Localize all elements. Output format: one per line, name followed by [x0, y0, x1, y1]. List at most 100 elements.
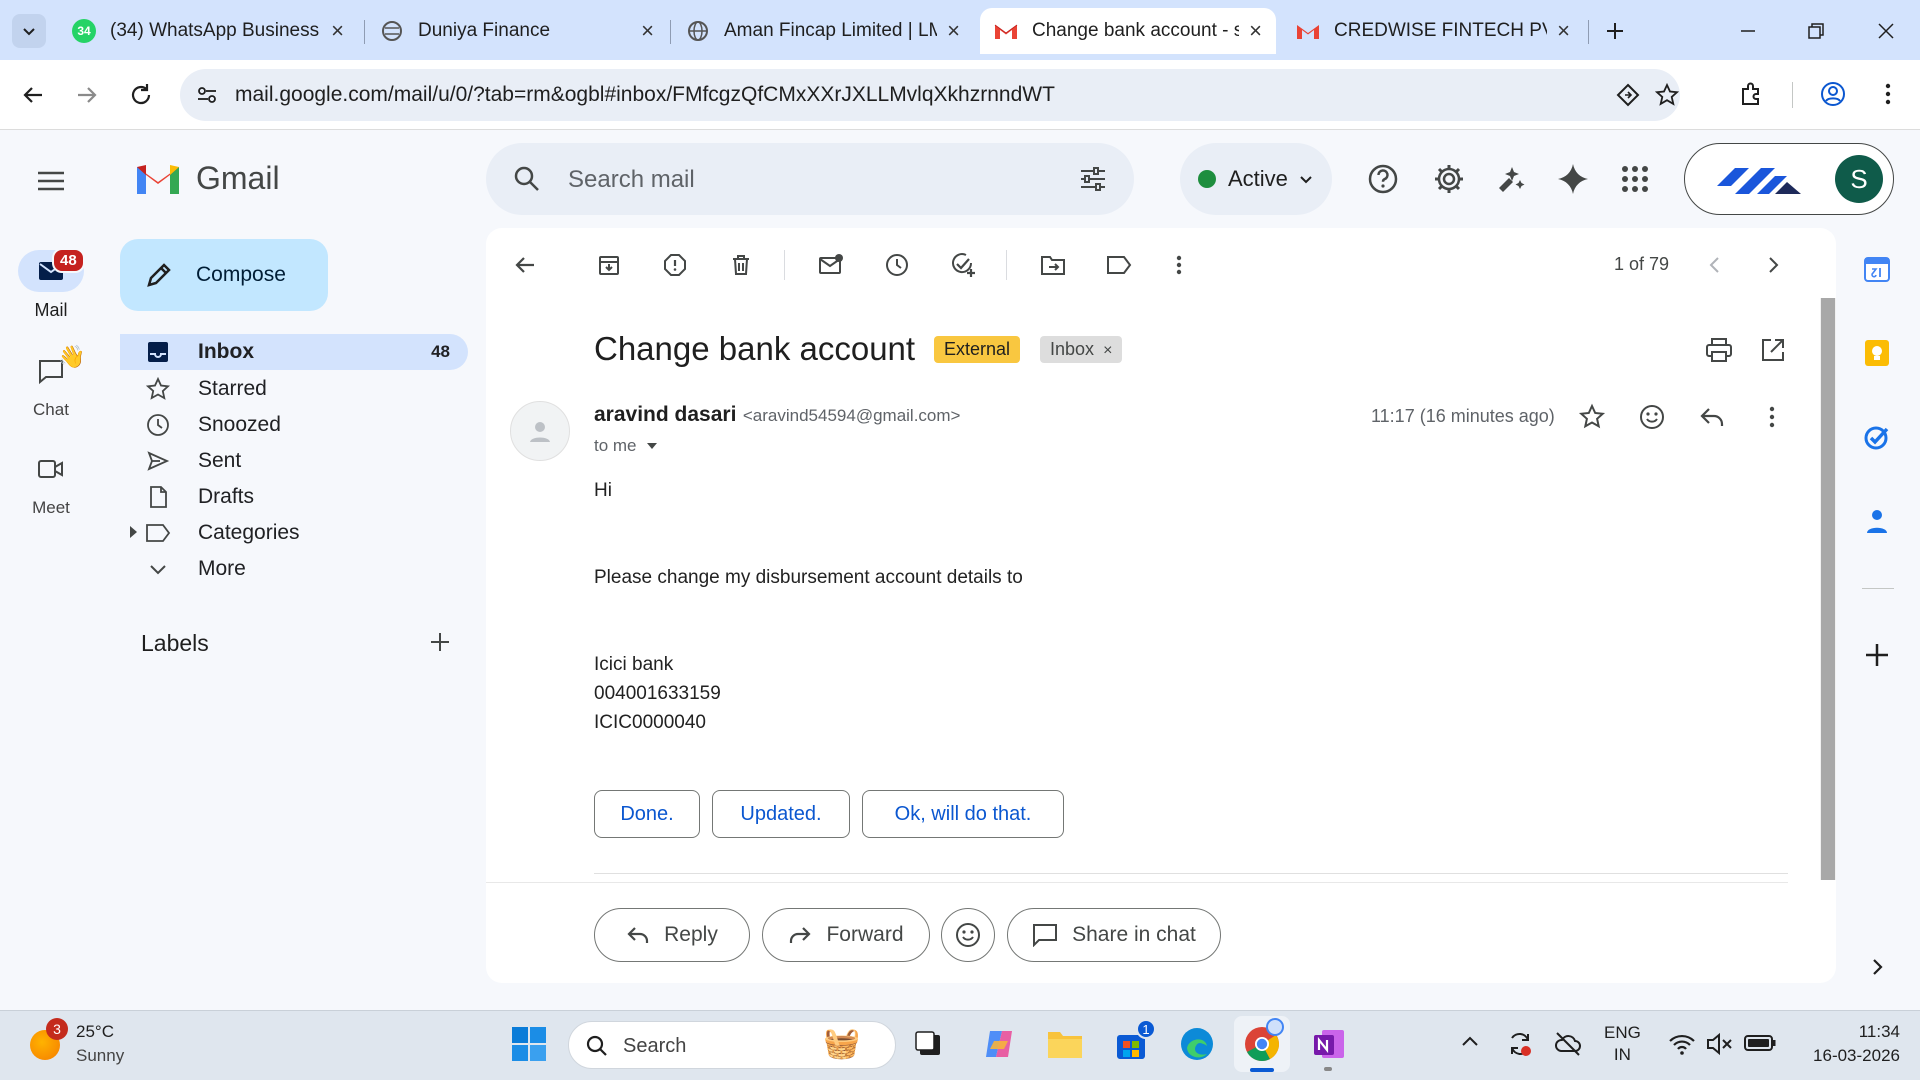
expand-arrow-icon[interactable] — [128, 525, 138, 539]
main-menu-button[interactable] — [34, 164, 68, 198]
reload-button[interactable] — [126, 80, 156, 110]
help-button[interactable] — [1366, 162, 1400, 196]
keep-app-button[interactable] — [1862, 338, 1892, 368]
newer-button[interactable] — [1700, 250, 1730, 280]
tab-aman-fincap[interactable]: Aman Fincap Limited | LM × — [672, 8, 974, 54]
mark-unread-button[interactable] — [816, 250, 846, 280]
settings-button[interactable] — [1432, 162, 1466, 196]
forward-button[interactable]: Forward — [762, 908, 930, 962]
move-to-button[interactable] — [1038, 250, 1068, 280]
account-switcher[interactable]: S — [1684, 143, 1894, 215]
sender-name[interactable]: aravind dasari — [594, 403, 736, 426]
google-apps-button[interactable] — [1618, 162, 1652, 196]
rail-chat[interactable]: 👋 Chat — [0, 344, 102, 420]
delete-button[interactable] — [726, 250, 756, 280]
tab-credwise[interactable]: CREDWISE FINTECH PVT. × — [1282, 8, 1584, 54]
translate-icon[interactable] — [1616, 83, 1640, 107]
tab-search-button[interactable] — [12, 14, 46, 48]
tab-whatsapp[interactable]: 34 (34) WhatsApp Business × — [58, 8, 358, 54]
scrollbar-thumb[interactable] — [1821, 298, 1835, 880]
react-emoji-button[interactable] — [1638, 403, 1666, 431]
contacts-app-button[interactable] — [1862, 506, 1892, 536]
restore-button[interactable] — [1794, 14, 1838, 48]
nav-snoozed[interactable]: Snoozed — [120, 407, 468, 443]
avatar[interactable]: S — [1835, 155, 1883, 203]
chrome-button[interactable] — [1234, 1016, 1290, 1072]
tab-duniya-finance[interactable]: Duniya Finance × — [366, 8, 668, 54]
nav-more[interactable]: More — [120, 551, 468, 587]
recipient-toggle[interactable]: to me — [594, 436, 659, 456]
smart-reply-ok[interactable]: Ok, will do that. — [862, 790, 1064, 838]
onenote-button[interactable] — [1308, 1023, 1350, 1071]
smart-reply-done[interactable]: Done. — [594, 790, 700, 838]
nav-drafts[interactable]: Drafts — [120, 479, 468, 515]
inbox-label-chip[interactable]: Inbox × — [1040, 336, 1123, 363]
open-new-window-button[interactable] — [1760, 337, 1786, 363]
ms-store-button[interactable]: 1 — [1110, 1019, 1156, 1065]
remove-label-icon[interactable]: × — [1103, 342, 1112, 359]
copilot-button[interactable] — [978, 1023, 1020, 1065]
site-info-icon[interactable] — [196, 84, 218, 106]
close-icon[interactable]: × — [1249, 18, 1262, 44]
close-icon[interactable]: × — [947, 18, 960, 44]
window-close-button[interactable] — [1864, 14, 1908, 48]
reply-button[interactable]: Reply — [594, 908, 750, 962]
minimize-button[interactable] — [1726, 14, 1770, 48]
volume-tray-icon[interactable] — [1706, 1032, 1734, 1056]
gemini-tools-button[interactable] — [1494, 162, 1528, 196]
gmail-logo[interactable]: Gmail — [134, 160, 280, 197]
print-all-button[interactable] — [1705, 337, 1733, 363]
smart-reply-updated[interactable]: Updated. — [712, 790, 850, 838]
close-icon[interactable]: × — [331, 18, 344, 44]
message-more-button[interactable] — [1758, 403, 1786, 431]
tasks-app-button[interactable] — [1862, 422, 1892, 452]
nav-sent[interactable]: Sent — [120, 443, 468, 479]
expand-side-panel-button[interactable] — [1862, 952, 1892, 982]
add-to-tasks-button[interactable] — [948, 250, 978, 280]
back-to-inbox-button[interactable] — [510, 250, 540, 280]
star-button[interactable] — [1578, 403, 1606, 431]
weather-widget[interactable]: 3 25°C Sunny — [24, 1018, 164, 1070]
battery-tray-icon[interactable] — [1744, 1034, 1776, 1052]
language-indicator[interactable]: ENG IN — [1604, 1022, 1641, 1066]
get-addons-button[interactable] — [1862, 640, 1892, 670]
bookmark-star-icon[interactable] — [1654, 82, 1680, 108]
calendar-app-button[interactable] — [1862, 254, 1892, 284]
search-input[interactable]: Search mail — [568, 166, 695, 194]
snooze-button[interactable] — [882, 250, 912, 280]
file-explorer-button[interactable] — [1044, 1023, 1086, 1065]
reply-icon-button[interactable] — [1698, 403, 1726, 431]
address-bar[interactable]: mail.google.com/mail/u/0/?tab=rm&ogbl#in… — [180, 69, 1680, 121]
browser-menu-button[interactable] — [1874, 80, 1902, 108]
search-options-icon[interactable] — [1078, 164, 1108, 194]
sync-tray-icon[interactable] — [1506, 1030, 1534, 1058]
search-icon[interactable] — [512, 164, 542, 194]
nav-categories[interactable]: Categories — [120, 515, 468, 551]
rail-meet[interactable]: Meet — [0, 448, 102, 518]
close-icon[interactable]: × — [1557, 18, 1570, 44]
forward-button[interactable] — [72, 80, 102, 110]
back-button[interactable] — [18, 80, 48, 110]
wifi-tray-icon[interactable] — [1668, 1032, 1696, 1056]
rail-mail[interactable]: 48 Mail — [0, 248, 102, 321]
show-hidden-icons-button[interactable] — [1460, 1032, 1480, 1052]
search-bar[interactable]: Search mail — [486, 143, 1134, 215]
clock-widget[interactable]: 11:34 16-03-2026 — [1776, 1020, 1900, 1068]
profile-button[interactable] — [1819, 80, 1847, 108]
start-button[interactable] — [508, 1023, 550, 1065]
network-off-tray-icon[interactable] — [1554, 1030, 1582, 1058]
create-label-button[interactable] — [428, 630, 452, 654]
nav-starred[interactable]: Starred — [120, 371, 468, 407]
report-spam-button[interactable] — [660, 250, 690, 280]
emoji-react-button[interactable] — [941, 908, 995, 962]
tab-change-bank-account[interactable]: Change bank account - s × — [980, 8, 1276, 54]
labels-button[interactable] — [1104, 250, 1134, 280]
more-actions-button[interactable] — [1164, 250, 1194, 280]
share-in-chat-button[interactable]: Share in chat — [1007, 908, 1221, 962]
close-icon[interactable]: × — [641, 18, 654, 44]
gemini-button[interactable] — [1556, 162, 1590, 196]
archive-button[interactable] — [594, 250, 624, 280]
sender-avatar[interactable] — [510, 401, 570, 461]
new-tab-button[interactable] — [1598, 14, 1632, 48]
edge-button[interactable] — [1176, 1023, 1218, 1065]
